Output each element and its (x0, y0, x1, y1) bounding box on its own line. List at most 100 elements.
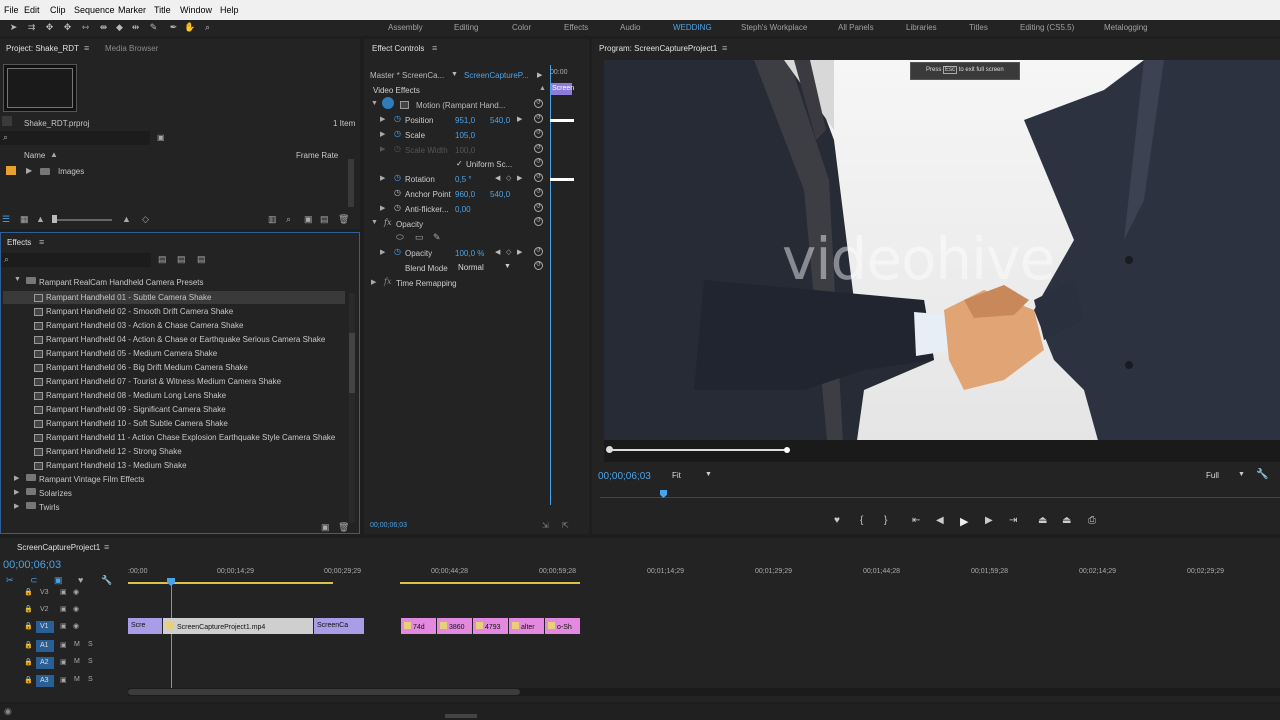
effect-preset-item[interactable]: Rampant Handheld 09 - Significant Camera… (3, 403, 345, 416)
effects-menu-icon[interactable]: ≡ (39, 237, 44, 247)
menu-clip[interactable]: Clip (50, 5, 66, 15)
storyboard-icon[interactable]: ▥ (268, 214, 277, 225)
prev-keyframe-op-icon[interactable]: ◀ (495, 248, 500, 256)
workspace-editing-cs55[interactable]: Editing (CS5.5) (1020, 23, 1074, 32)
stopwatch-scale-icon[interactable]: ◷ (394, 129, 401, 138)
mute-icon[interactable]: M (74, 641, 80, 648)
track-label[interactable]: A2 (36, 657, 54, 669)
prev-keyframe-icon[interactable]: ◀ (495, 174, 500, 182)
sort-icon[interactable]: ▲ (122, 214, 131, 224)
hand-icon[interactable]: ✋ (184, 22, 195, 33)
program-timecode[interactable]: 00;00;06;03 (598, 471, 651, 482)
effect-preset-item[interactable]: Rampant Handheld 12 - Strong Shake (3, 445, 345, 458)
lock-icon[interactable]: 🔒 (24, 641, 33, 649)
clip-pink[interactable]: 74d (401, 618, 436, 634)
project-thumbnail[interactable] (3, 64, 77, 112)
status-scroll[interactable] (445, 714, 477, 718)
expand-flicker-icon[interactable]: ▶ (380, 204, 385, 212)
snap-icon[interactable]: ⊂ (30, 575, 38, 586)
tab-media-browser[interactable]: Media Browser (105, 44, 158, 53)
sync-lock-icon[interactable]: ▣ (60, 605, 67, 613)
lock-icon[interactable]: 🔒 (24, 622, 33, 630)
sync-lock-icon[interactable]: ▣ (60, 658, 67, 666)
new-item-icon[interactable]: ▤ (320, 214, 329, 225)
add-keyframe-op-icon[interactable]: ◇ (506, 248, 511, 256)
nest-icon[interactable]: ✂ (6, 575, 14, 586)
ec-clip-bar[interactable]: Screen (550, 83, 574, 95)
reset-scale-icon[interactable]: ↺ (534, 129, 543, 138)
tab-project[interactable]: Project: Shake_RDT (6, 44, 79, 53)
selection-tool-icon[interactable]: ➤ (8, 22, 19, 33)
sync-lock-icon[interactable]: ▣ (60, 676, 67, 684)
master-dropdown-icon[interactable]: ▼ (451, 71, 458, 78)
zoom-slider-handle[interactable] (52, 215, 57, 223)
work-area-bar-2[interactable] (400, 582, 580, 584)
column-name[interactable]: Name (24, 151, 45, 160)
clip-pink[interactable]: 4793 (473, 618, 508, 634)
position-keyframe-bar[interactable] (550, 119, 574, 122)
accelerated-icon[interactable]: ▤ (158, 254, 167, 265)
scrub-bar[interactable] (604, 440, 1280, 462)
icon-view-icon[interactable]: ▦ (20, 214, 29, 225)
position-y-value[interactable]: 540,0 (490, 116, 510, 125)
eye-icon[interactable]: ◉ (73, 622, 79, 630)
lift-icon[interactable]: ⏏ (1038, 515, 1047, 526)
sync-lock-icon[interactable]: ▣ (60, 641, 67, 649)
next-keyframe-op-icon[interactable]: ▶ (517, 248, 522, 256)
go-to-out-icon[interactable]: ⇥ (1009, 515, 1017, 526)
anchor-x-value[interactable]: 960,0 (455, 190, 475, 199)
expand-bin-icon[interactable]: ▶ (26, 166, 32, 175)
scroll-up-icon[interactable]: ▲ (539, 85, 546, 92)
timeline-settings-icon[interactable]: 🔧 (101, 575, 112, 586)
mark-out-icon[interactable]: } (884, 515, 887, 526)
expand-vintage-icon[interactable]: ▶ (14, 474, 19, 482)
sync-lock-icon[interactable]: ▣ (60, 622, 67, 630)
collapse-opacity-icon[interactable]: ▼ (371, 219, 378, 226)
freeform-view-icon[interactable]: ▲ (36, 214, 45, 224)
preset-group-label[interactable]: Rampant RealCam Handheld Camera Presets (39, 278, 204, 287)
rolling-edit-icon[interactable]: ✥ (62, 22, 73, 33)
effect-preset-item[interactable]: Rampant Handheld 02 - Smooth Drift Camer… (3, 305, 345, 318)
menu-title[interactable]: Title (154, 5, 171, 15)
solo-icon[interactable]: S (88, 641, 93, 648)
yuv-icon[interactable]: ▤ (197, 254, 206, 265)
effect-preset-item[interactable]: Rampant Handheld 06 - Big Drift Medium C… (3, 361, 345, 374)
sync-lock-icon[interactable]: ▣ (60, 588, 67, 596)
sequence-clip-label[interactable]: ScreenCaptureP... (464, 71, 529, 80)
timeline-menu-icon[interactable]: ≡ (104, 542, 109, 552)
rotation-keyframe-bar[interactable] (550, 178, 574, 181)
quality-select[interactable]: Full ▼ (1206, 471, 1246, 483)
position-x-value[interactable]: 951,0 (455, 116, 475, 125)
zoom-icon[interactable]: ⌕ (202, 22, 213, 33)
add-marker-icon[interactable]: ♥ (834, 515, 840, 526)
menu-edit[interactable]: Edit (24, 5, 40, 15)
collapse-motion-icon[interactable]: ▼ (371, 100, 378, 107)
export-frame-icon[interactable]: ⎙ (1088, 515, 1096, 526)
expand-position-icon[interactable]: ▶ (380, 115, 385, 123)
effect-preset-item[interactable]: Rampant Handheld 08 - Medium Long Lens S… (3, 389, 345, 402)
workspace-audio[interactable]: Audio (620, 23, 640, 32)
workspace-effects[interactable]: Effects (564, 23, 588, 32)
track-label[interactable]: V3 (36, 587, 54, 599)
eye-icon[interactable]: ◉ (73, 588, 79, 596)
new-bin-footer-icon[interactable]: ▣ (304, 214, 313, 225)
sort-asc-icon[interactable]: ▲ (50, 150, 58, 159)
rate-stretch-icon[interactable]: ⇿ (80, 22, 91, 33)
expand-remap-icon[interactable]: ▶ (371, 278, 376, 286)
effect-preset-item[interactable]: Rampant Handheld 03 - Action & Chase Cam… (3, 319, 345, 332)
reset-motion-icon[interactable]: ↺ (534, 99, 543, 108)
scale-value[interactable]: 105,0 (455, 131, 475, 140)
expand-opacity-icon[interactable]: ▶ (380, 248, 385, 256)
menu-file[interactable]: File (4, 5, 19, 15)
effect-preset-item[interactable]: Rampant Handheld 05 - Medium Camera Shak… (3, 347, 345, 360)
track-label[interactable]: V1 (36, 621, 54, 633)
track-label[interactable]: V2 (36, 604, 54, 616)
menu-help[interactable]: Help (220, 5, 239, 15)
anti-flicker-value[interactable]: 0,00 (455, 205, 471, 214)
export-icon[interactable]: ⇱ (562, 521, 569, 530)
slip-icon[interactable]: ◆ (114, 22, 125, 33)
find-icon[interactable]: ⌕ (286, 214, 291, 225)
pen-icon[interactable]: ✎ (148, 22, 159, 33)
step-forward-icon[interactable]: ▶ (985, 515, 993, 526)
eye-icon[interactable]: ◉ (73, 605, 79, 613)
